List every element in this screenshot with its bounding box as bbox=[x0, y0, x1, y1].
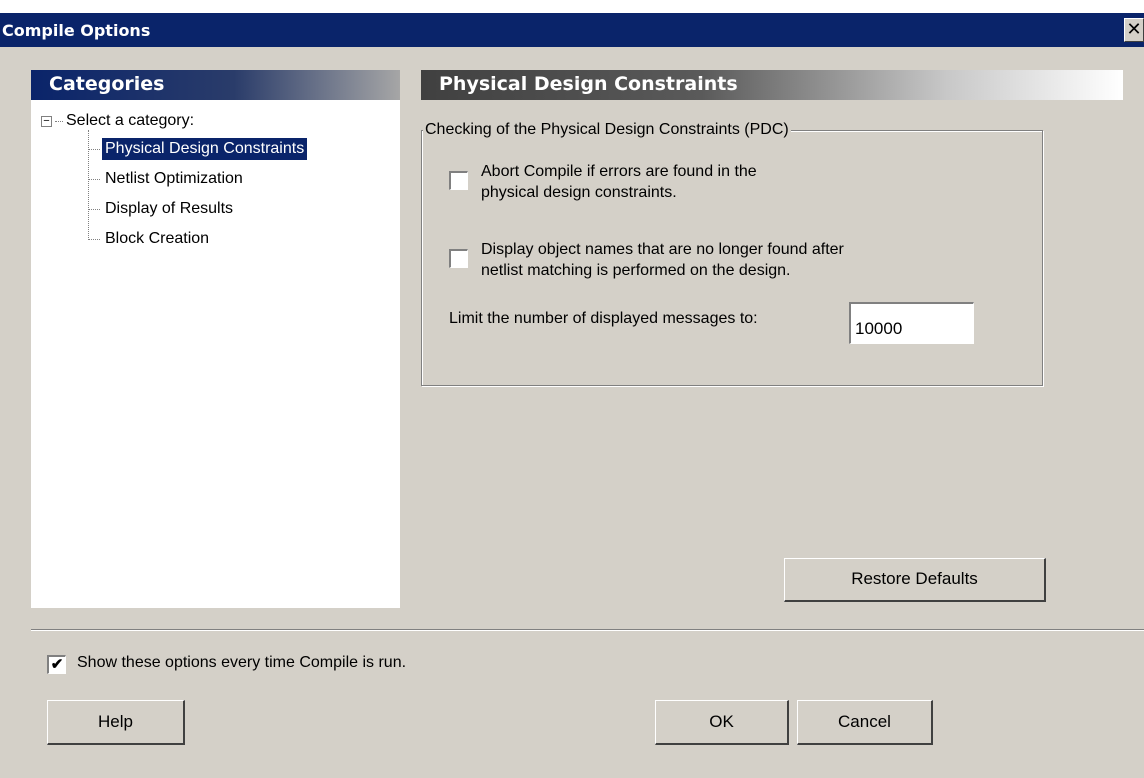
cancel-button[interactable]: Cancel bbox=[797, 700, 933, 745]
close-icon: ✕ bbox=[1126, 19, 1142, 40]
tree-item-label: Physical Design Constraints bbox=[102, 138, 308, 160]
abort-compile-checkbox[interactable] bbox=[449, 171, 468, 190]
tree-item-display-of-results[interactable]: Display of Results bbox=[88, 198, 236, 220]
window-title: Compile Options bbox=[2, 21, 151, 40]
title-bar: Compile Options ✕ bbox=[0, 13, 1144, 47]
tree-item-label: Netlist Optimization bbox=[105, 170, 243, 187]
tree-root[interactable]: − Select a category: bbox=[41, 112, 194, 130]
panel-header: Physical Design Constraints bbox=[421, 70, 1123, 100]
dialog-top-edge bbox=[0, 0, 1144, 13]
limit-messages-label: Limit the number of displayed messages t… bbox=[449, 310, 758, 327]
group-title: Checking of the Physical Design Constrai… bbox=[423, 121, 791, 139]
tree-connector bbox=[88, 238, 100, 240]
tree-item-netlist-optimization[interactable]: Netlist Optimization bbox=[88, 168, 246, 190]
abort-compile-line2: physical design constraints. bbox=[481, 184, 677, 201]
panel-header-label: Physical Design Constraints bbox=[439, 73, 738, 95]
display-object-names-line2: netlist matching is performed on the des… bbox=[481, 262, 791, 279]
restore-defaults-button[interactable]: Restore Defaults bbox=[784, 558, 1046, 602]
category-tree[interactable]: − Select a category: Physical Design Con… bbox=[31, 100, 400, 608]
tree-connector bbox=[55, 120, 63, 122]
abort-compile-label[interactable]: Abort Compile if errors are found in the… bbox=[481, 161, 757, 203]
collapse-icon[interactable]: − bbox=[41, 115, 52, 127]
limit-messages-input[interactable] bbox=[849, 302, 974, 344]
checkmark-icon: ✔ bbox=[50, 656, 64, 673]
show-options-checkbox[interactable]: ✔ bbox=[47, 655, 66, 674]
footer-separator bbox=[31, 629, 1144, 631]
abort-compile-line1: Abort Compile if errors are found in the bbox=[481, 163, 757, 180]
help-button[interactable]: Help bbox=[47, 700, 185, 745]
display-object-names-checkbox[interactable] bbox=[449, 249, 468, 268]
ok-button[interactable]: OK bbox=[655, 700, 789, 745]
tree-item-physical-design-constraints[interactable]: Physical Design Constraints bbox=[88, 138, 308, 160]
tree-connector bbox=[88, 148, 100, 150]
tree-item-block-creation[interactable]: Block Creation bbox=[88, 228, 212, 250]
tree-item-label: Display of Results bbox=[105, 200, 234, 217]
tree-connector bbox=[88, 178, 100, 180]
categories-header-label: Categories bbox=[49, 73, 165, 95]
display-object-names-line1: Display object names that are no longer … bbox=[481, 241, 844, 258]
display-object-names-label[interactable]: Display object names that are no longer … bbox=[481, 239, 844, 281]
tree-item-label: Block Creation bbox=[105, 230, 210, 247]
tree-connector bbox=[88, 208, 100, 210]
show-options-label[interactable]: Show these options every time Compile is… bbox=[77, 654, 406, 672]
tree-root-label: Select a category: bbox=[66, 112, 195, 129]
categories-header: Categories bbox=[31, 70, 400, 100]
close-button[interactable]: ✕ bbox=[1124, 18, 1144, 42]
